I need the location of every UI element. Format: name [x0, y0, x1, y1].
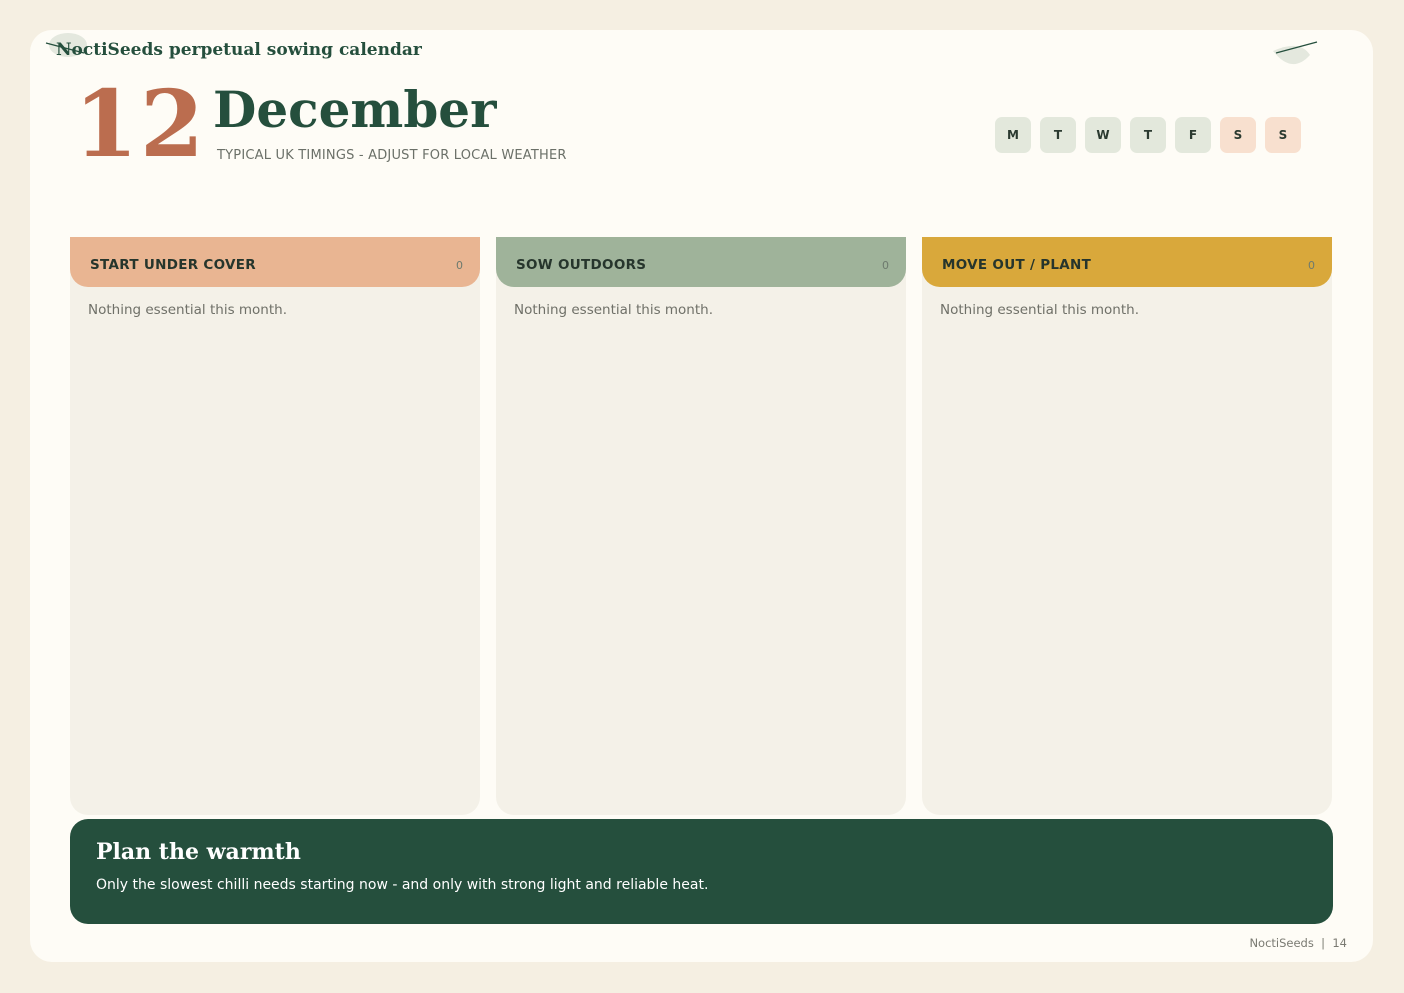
weekday-tuesday: T	[1040, 117, 1076, 153]
weekday-saturday: S	[1220, 117, 1256, 153]
column-count: 0	[882, 258, 889, 272]
weekday-thursday: T	[1130, 117, 1166, 153]
column-header: START UNDER COVER 0	[70, 237, 480, 287]
tip-title: Plan the warmth	[96, 839, 301, 865]
column-empty-text: Nothing essential this month.	[514, 302, 713, 318]
leaf-icon	[1273, 41, 1318, 65]
footer-brand: NoctiSeeds	[1249, 936, 1314, 950]
activity-columns: START UNDER COVER 0 Nothing essential th…	[70, 237, 1332, 815]
column-header: MOVE OUT / PLANT 0	[922, 237, 1332, 287]
weekday-friday: F	[1175, 117, 1211, 153]
column-empty-text: Nothing essential this month.	[88, 302, 287, 318]
column-title: SOW OUTDOORS	[516, 257, 647, 273]
month-name: December	[213, 80, 497, 139]
page-number: 14	[1332, 936, 1347, 950]
calendar-page: NoctiSeeds perpetual sowing calendar 12 …	[30, 30, 1373, 962]
tip-panel: Plan the warmth Only the slowest chilli …	[70, 819, 1333, 924]
month-subtitle: TYPICAL UK TIMINGS - ADJUST FOR LOCAL WE…	[217, 148, 567, 163]
column-count: 0	[456, 258, 463, 272]
column-title: MOVE OUT / PLANT	[942, 257, 1092, 273]
footer-separator: |	[1321, 936, 1326, 950]
column-move-out-plant: MOVE OUT / PLANT 0 Nothing essential thi…	[922, 237, 1332, 815]
weekday-sunday: S	[1265, 117, 1301, 153]
weekday-wednesday: W	[1085, 117, 1121, 153]
tip-text: Only the slowest chilli needs starting n…	[96, 877, 709, 893]
column-start-under-cover: START UNDER COVER 0 Nothing essential th…	[70, 237, 480, 815]
column-header: SOW OUTDOORS 0	[496, 237, 906, 287]
brand-title: NoctiSeeds perpetual sowing calendar	[56, 40, 422, 60]
day-number: 12	[74, 70, 207, 178]
column-empty-text: Nothing essential this month.	[940, 302, 1139, 318]
weekday-monday: M	[995, 117, 1031, 153]
weekday-strip: M T W T F S S	[995, 117, 1301, 153]
column-sow-outdoors: SOW OUTDOORS 0 Nothing essential this mo…	[496, 237, 906, 815]
column-count: 0	[1308, 258, 1315, 272]
page-footer: NoctiSeeds | 14	[1249, 936, 1347, 950]
column-title: START UNDER COVER	[90, 257, 256, 273]
